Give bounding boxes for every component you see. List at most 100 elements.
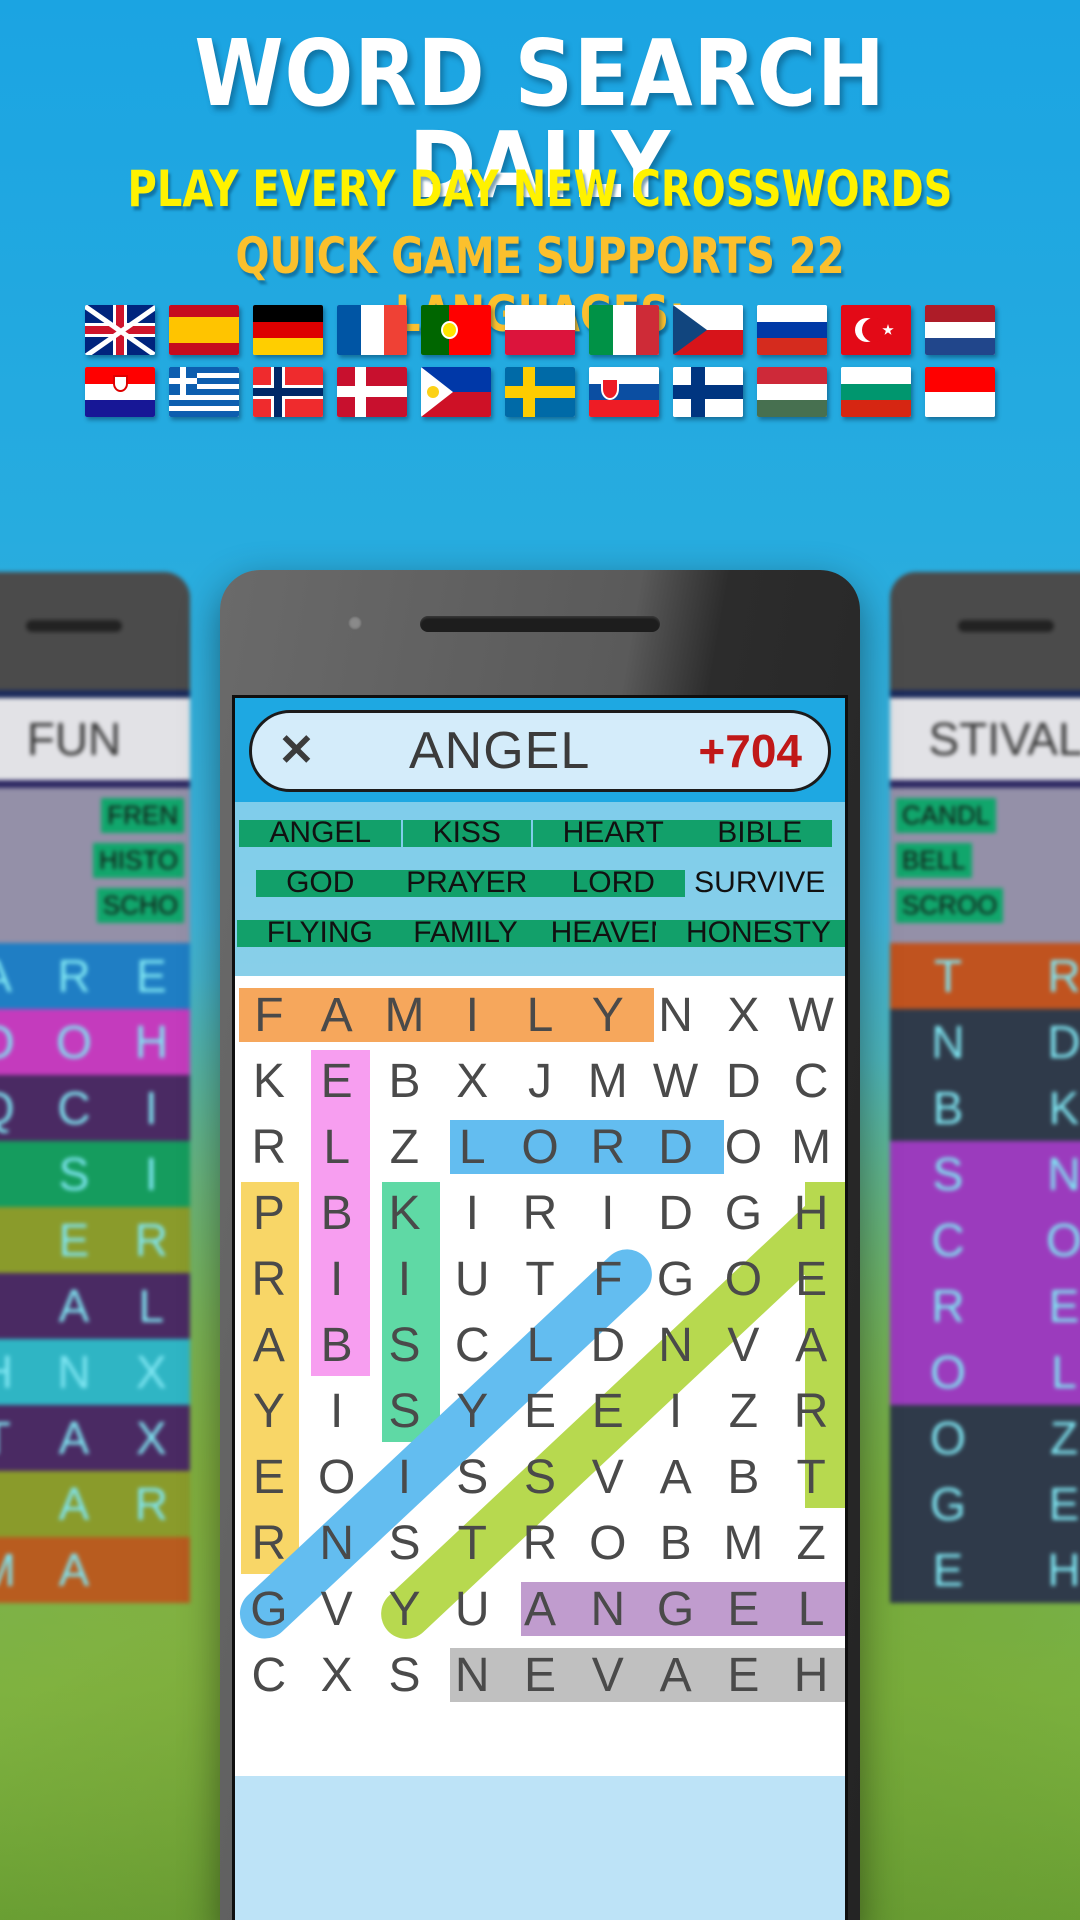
grid-cell[interactable]: I bbox=[642, 1378, 710, 1444]
grid-cell[interactable]: H bbox=[777, 1642, 845, 1708]
grid-cell[interactable]: T bbox=[438, 1510, 506, 1576]
grid-cell[interactable]: G bbox=[235, 1576, 303, 1642]
grid-cell[interactable]: V bbox=[303, 1576, 371, 1642]
grid-cell[interactable]: E bbox=[506, 1642, 574, 1708]
grid-cell[interactable]: E bbox=[303, 1048, 371, 1114]
grid-cell[interactable]: A bbox=[235, 1312, 303, 1378]
grid-cell[interactable]: O bbox=[506, 1114, 574, 1180]
grid-cell[interactable]: O bbox=[709, 1114, 777, 1180]
grid-cell[interactable]: S bbox=[506, 1444, 574, 1510]
grid-cell[interactable]: N bbox=[642, 982, 710, 1048]
grid-cell[interactable]: X bbox=[303, 1642, 371, 1708]
grid-cell[interactable]: N bbox=[642, 1312, 710, 1378]
word-search-grid[interactable]: FAMILYNXWKEBXJMWDCRLZLORDOMPBKIRIDGHRIIU… bbox=[235, 982, 845, 1708]
grid-cell[interactable]: C bbox=[777, 1048, 845, 1114]
grid-cell[interactable]: I bbox=[371, 1246, 439, 1312]
grid-cell[interactable]: E bbox=[709, 1576, 777, 1642]
grid-cell[interactable]: S bbox=[438, 1444, 506, 1510]
grid-cell[interactable]: R bbox=[235, 1510, 303, 1576]
grid-cell[interactable]: E bbox=[709, 1642, 777, 1708]
grid-cell[interactable]: D bbox=[642, 1114, 710, 1180]
grid-cell[interactable]: S bbox=[371, 1510, 439, 1576]
grid-cell[interactable]: W bbox=[642, 1048, 710, 1114]
grid-cell[interactable]: M bbox=[777, 1114, 845, 1180]
grid-cell[interactable]: K bbox=[235, 1048, 303, 1114]
grid-cell[interactable]: T bbox=[777, 1444, 845, 1510]
grid-cell[interactable]: Z bbox=[709, 1378, 777, 1444]
grid-cell[interactable]: A bbox=[642, 1444, 710, 1510]
word-search-grid-wrapper[interactable]: FAMILYNXWKEBXJMWDCRLZLORDOMPBKIRIDGHRIIU… bbox=[235, 976, 845, 1776]
grid-cell[interactable]: S bbox=[371, 1312, 439, 1378]
grid-cell[interactable]: J bbox=[506, 1048, 574, 1114]
grid-cell[interactable]: R bbox=[235, 1114, 303, 1180]
grid-cell[interactable]: R bbox=[506, 1180, 574, 1246]
grid-cell[interactable]: Y bbox=[438, 1378, 506, 1444]
grid-cell[interactable]: M bbox=[574, 1048, 642, 1114]
grid-cell[interactable]: Z bbox=[371, 1114, 439, 1180]
grid-cell[interactable]: A bbox=[642, 1642, 710, 1708]
grid-cell[interactable]: O bbox=[303, 1444, 371, 1510]
grid-cell[interactable]: D bbox=[574, 1312, 642, 1378]
grid-cell[interactable]: W bbox=[777, 982, 845, 1048]
grid-cell[interactable]: L bbox=[506, 1312, 574, 1378]
grid-cell[interactable]: C bbox=[235, 1642, 303, 1708]
grid-cell[interactable]: I bbox=[303, 1378, 371, 1444]
grid-cell[interactable]: X bbox=[709, 982, 777, 1048]
grid-cell[interactable]: E bbox=[506, 1378, 574, 1444]
grid-cell[interactable]: M bbox=[371, 982, 439, 1048]
grid-cell[interactable]: B bbox=[371, 1048, 439, 1114]
grid-cell[interactable]: E bbox=[235, 1444, 303, 1510]
grid-cell[interactable]: A bbox=[303, 982, 371, 1048]
grid-cell[interactable]: N bbox=[574, 1576, 642, 1642]
grid-cell[interactable]: F bbox=[235, 982, 303, 1048]
grid-cell[interactable]: B bbox=[303, 1312, 371, 1378]
grid-cell[interactable]: Y bbox=[235, 1378, 303, 1444]
grid-cell[interactable]: O bbox=[574, 1510, 642, 1576]
grid-cell[interactable]: R bbox=[235, 1246, 303, 1312]
grid-cell[interactable]: H bbox=[777, 1180, 845, 1246]
grid-cell[interactable]: M bbox=[709, 1510, 777, 1576]
grid-cell[interactable]: S bbox=[371, 1642, 439, 1708]
grid-cell[interactable]: D bbox=[709, 1048, 777, 1114]
grid-cell[interactable]: I bbox=[303, 1246, 371, 1312]
grid-cell[interactable]: N bbox=[303, 1510, 371, 1576]
grid-cell[interactable]: U bbox=[438, 1246, 506, 1312]
grid-cell[interactable]: U bbox=[438, 1576, 506, 1642]
grid-cell[interactable]: G bbox=[709, 1180, 777, 1246]
grid-cell[interactable]: A bbox=[506, 1576, 574, 1642]
grid-cell[interactable]: E bbox=[777, 1246, 845, 1312]
grid-cell[interactable]: T bbox=[506, 1246, 574, 1312]
grid-cell[interactable]: V bbox=[709, 1312, 777, 1378]
grid-cell[interactable]: C bbox=[438, 1312, 506, 1378]
grid-cell[interactable]: I bbox=[371, 1444, 439, 1510]
grid-cell[interactable]: B bbox=[303, 1180, 371, 1246]
grid-cell[interactable]: G bbox=[642, 1246, 710, 1312]
grid-cell[interactable]: V bbox=[574, 1642, 642, 1708]
grid-cell[interactable]: D bbox=[642, 1180, 710, 1246]
grid-cell[interactable]: R bbox=[574, 1114, 642, 1180]
grid-cell[interactable]: S bbox=[371, 1378, 439, 1444]
grid-cell[interactable]: Z bbox=[777, 1510, 845, 1576]
grid-cell[interactable]: L bbox=[438, 1114, 506, 1180]
grid-cell[interactable]: I bbox=[438, 1180, 506, 1246]
grid-cell[interactable]: L bbox=[303, 1114, 371, 1180]
grid-cell[interactable]: B bbox=[709, 1444, 777, 1510]
grid-cell[interactable]: E bbox=[574, 1378, 642, 1444]
grid-cell[interactable]: A bbox=[777, 1312, 845, 1378]
grid-cell[interactable]: G bbox=[642, 1576, 710, 1642]
grid-cell[interactable]: V bbox=[574, 1444, 642, 1510]
grid-cell[interactable]: Y bbox=[574, 982, 642, 1048]
grid-cell[interactable]: K bbox=[371, 1180, 439, 1246]
grid-cell[interactable]: L bbox=[777, 1576, 845, 1642]
grid-cell[interactable]: F bbox=[574, 1246, 642, 1312]
grid-cell[interactable]: I bbox=[438, 982, 506, 1048]
grid-cell[interactable]: R bbox=[506, 1510, 574, 1576]
grid-cell[interactable]: L bbox=[506, 982, 574, 1048]
grid-cell[interactable]: Y bbox=[371, 1576, 439, 1642]
grid-cell[interactable]: O bbox=[709, 1246, 777, 1312]
grid-cell[interactable]: N bbox=[438, 1642, 506, 1708]
grid-cell[interactable]: B bbox=[642, 1510, 710, 1576]
grid-cell[interactable]: I bbox=[574, 1180, 642, 1246]
grid-cell[interactable]: P bbox=[235, 1180, 303, 1246]
grid-cell[interactable]: X bbox=[438, 1048, 506, 1114]
